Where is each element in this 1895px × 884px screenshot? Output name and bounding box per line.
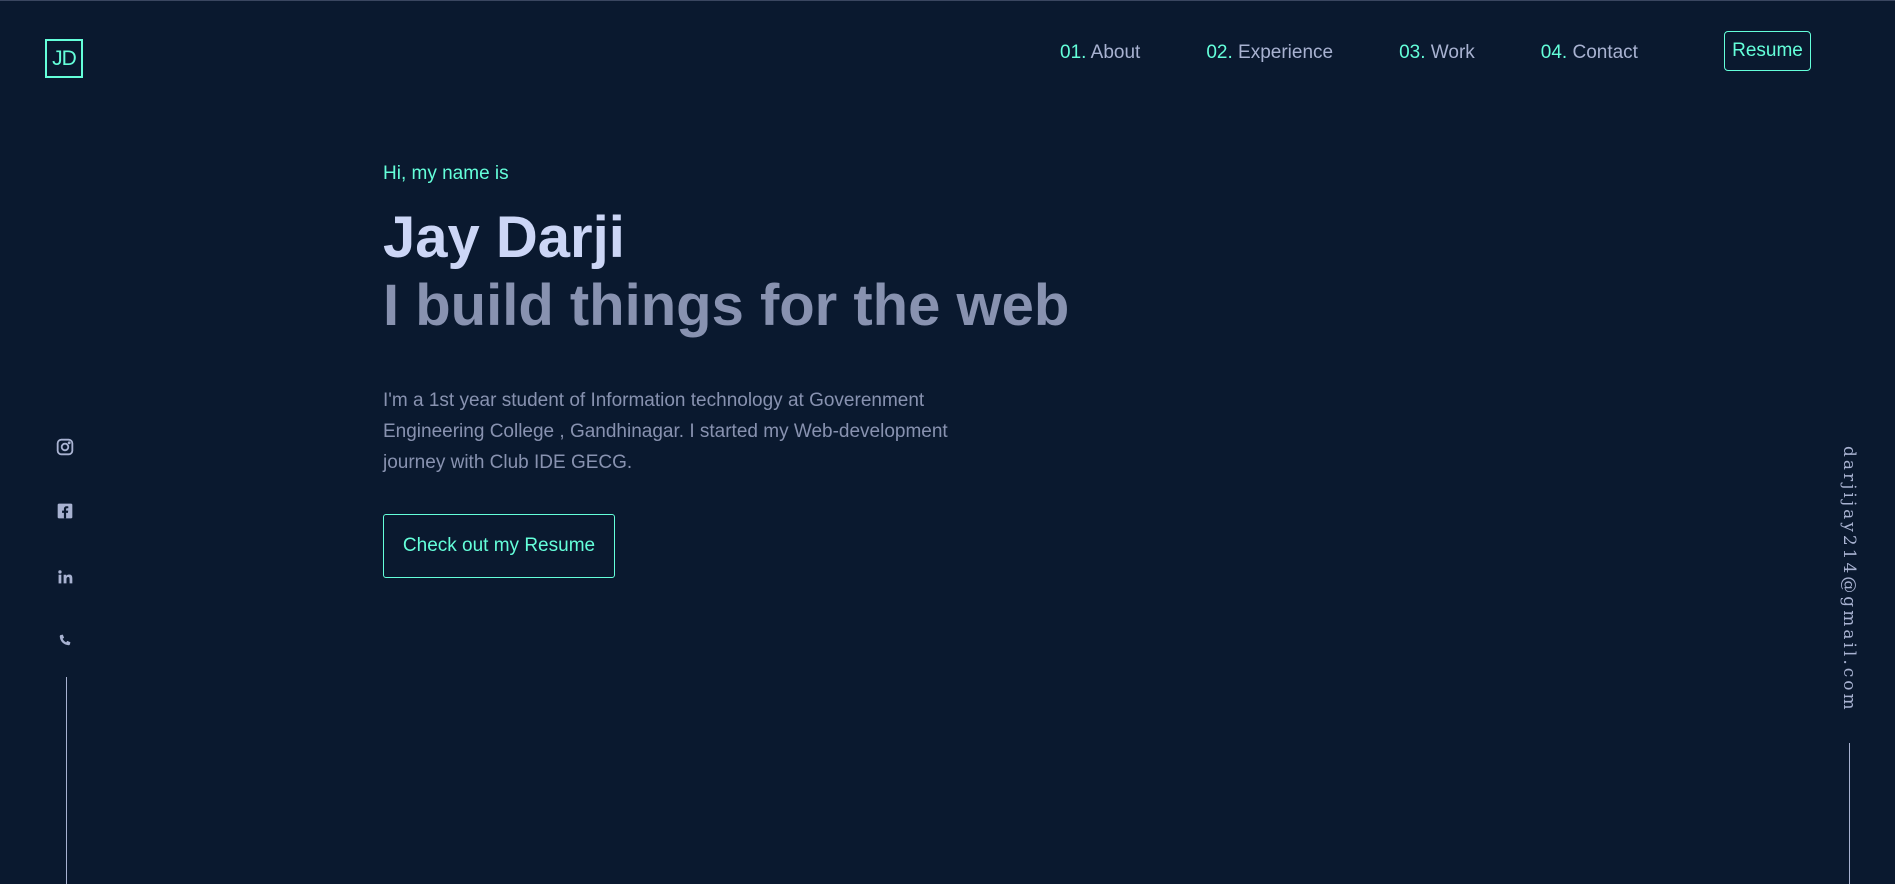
nav-item-contact[interactable]: 04. Contact [1541,42,1638,64]
check-resume-button[interactable]: Check out my Resume [383,514,615,578]
email-link[interactable]: darjijay214@gmail.com [1839,446,1859,713]
facebook-icon[interactable] [54,500,76,522]
phone-icon[interactable] [54,630,76,652]
nav-item-label: Work [1430,42,1475,63]
nav-item-number: 04. [1540,42,1568,63]
resume-button[interactable]: Resume [1724,31,1811,71]
nav-item-label: Experience [1238,42,1334,63]
hero-greeting: Hi, my name is [383,163,509,184]
nav-item-label: Contact [1572,42,1638,63]
portfolio-page: JD 01. About 02. Experience 03. Work 04.… [0,0,1895,884]
logo[interactable]: JD [45,39,83,78]
nav-item-number: 02. [1206,42,1233,63]
nav-item-label: About [1090,42,1141,63]
right-divider-line [1849,743,1850,884]
instagram-icon[interactable] [54,436,76,458]
nav-item-number: 03. [1399,42,1426,63]
nav-item-about[interactable]: 01. About [1060,42,1140,64]
nav-item-experience[interactable]: 02. Experience [1206,42,1333,64]
linkedin-icon[interactable] [54,566,76,588]
hero-name: Jay Darji [383,205,625,270]
nav-item-work[interactable]: 03. Work [1399,42,1475,64]
nav-item-number: 01. [1060,42,1087,63]
left-divider-line [66,677,67,884]
hero-tagline: I build things for the web [383,273,1070,338]
main-nav: 01. About 02. Experience 03. Work 04. Co… [1060,41,1704,65]
hero-bio: I'm a 1st year student of Information te… [383,390,948,473]
